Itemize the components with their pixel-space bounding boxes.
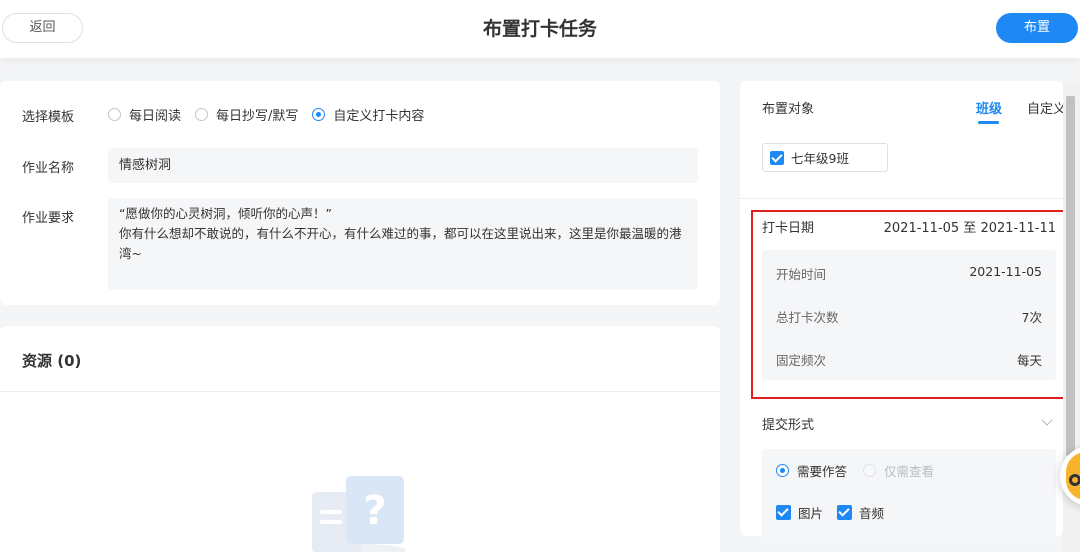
submit-format-label: 提交形式 — [762, 418, 815, 433]
template-label: 选择模板 — [22, 110, 75, 125]
task-requirement-label: 作业要求 — [22, 211, 75, 226]
tab-custom[interactable]: 自定义 — [1027, 98, 1066, 117]
template-option-daily-copy[interactable]: 每日抄写/默写 — [195, 105, 298, 124]
submit-option-view-only[interactable]: 仅需查看 — [863, 461, 934, 480]
radio-icon — [195, 108, 209, 121]
checkbox-checked-icon — [776, 505, 791, 520]
submit-radio-group: 需要作答 仅需查看 — [776, 461, 950, 480]
divider — [0, 391, 720, 392]
media-checkbox-group: 图片 音频 — [776, 503, 898, 522]
divider — [740, 198, 1063, 199]
template-radio-group: 每日阅读 每日抄写/默写 自定义打卡内容 — [108, 105, 438, 124]
template-option-custom[interactable]: 自定义打卡内容 — [312, 105, 424, 124]
highlight-annotation-box — [751, 210, 1067, 399]
template-option-daily-reading[interactable]: 每日阅读 — [108, 105, 181, 124]
svg-text:?: ? — [363, 488, 386, 534]
class-checkbox-item[interactable]: 七年级9班 — [762, 143, 888, 172]
radio-checked-icon — [312, 108, 326, 121]
radio-icon — [863, 464, 877, 477]
task-name-input[interactable]: 情感树洞 — [108, 148, 698, 183]
page-title: 布置打卡任务 — [482, 18, 597, 40]
tab-class[interactable]: 班级 — [976, 98, 1002, 117]
task-requirement-textarea[interactable]: “愿做你的心灵树洞，倾听你的心声！” 你有什么想却不敢说的，有什么不开心，有什么… — [108, 198, 698, 290]
requirement-line-1: “愿做你的心灵树洞，倾听你的心声！” — [119, 206, 332, 221]
active-tab-indicator — [978, 121, 999, 124]
resources-title: 资源 (0) — [22, 352, 82, 370]
scrollbar-thumb[interactable] — [1066, 96, 1075, 456]
checkbox-checked-icon — [770, 150, 784, 165]
radio-icon — [108, 108, 121, 121]
requirement-line-2: 你有什么想却不敢说的，有什么不开心，有什么难过的事，都可以在这里说出来，这里是你… — [119, 226, 682, 261]
helper-mascot-eye-icon — [1069, 474, 1080, 486]
task-name-label: 作业名称 — [22, 161, 75, 176]
empty-resources-illustration: ? — [312, 476, 406, 552]
media-option-image[interactable]: 图片 — [776, 503, 823, 522]
checkbox-checked-icon — [837, 505, 853, 520]
radio-checked-icon — [776, 464, 789, 477]
media-option-audio[interactable]: 音频 — [837, 503, 884, 522]
submit-option-answer[interactable]: 需要作答 — [776, 461, 847, 480]
class-name: 七年级9班 — [791, 151, 849, 166]
publish-button[interactable]: 布置 — [996, 13, 1078, 43]
target-label: 布置对象 — [762, 102, 815, 117]
